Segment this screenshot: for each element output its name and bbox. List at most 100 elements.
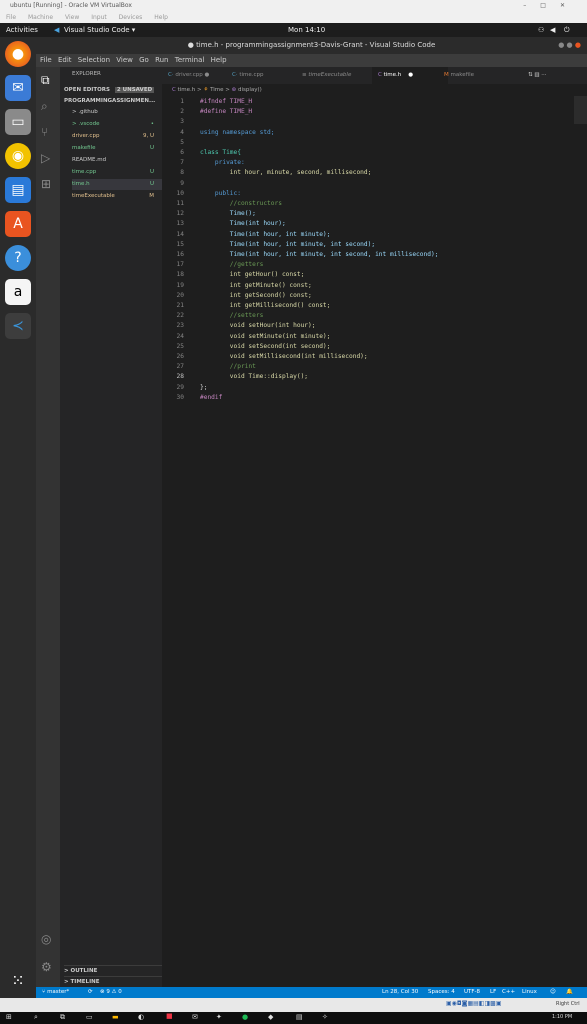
tab-time-executable[interactable]: ≡ timeExecutable [302, 67, 351, 84]
menu-edit[interactable]: Edit [58, 56, 72, 64]
explorer-icon[interactable]: ⧉ [41, 73, 50, 88]
breadcrumb-class[interactable]: Time [210, 87, 223, 93]
help-icon[interactable]: ? [5, 245, 31, 271]
vbox-menu-input[interactable]: Input [91, 14, 107, 21]
clock[interactable]: Mon 14:10 [288, 23, 325, 37]
run-debug-icon[interactable]: ▷ [41, 151, 50, 165]
tab-makefile[interactable]: M makefile [444, 67, 474, 84]
app-icon-red[interactable]: ■ [166, 1012, 173, 1020]
vbox-menu-devices[interactable]: Devices [119, 14, 143, 21]
encoding[interactable]: UTF-8 [464, 987, 480, 998]
close-button[interactable]: ✕ [560, 2, 579, 9]
code-line[interactable]: void setHour(int hour); [200, 322, 316, 329]
file-item[interactable]: time.cpp U [72, 167, 162, 178]
eol[interactable]: LF [490, 987, 496, 998]
vbox-menu-machine[interactable]: Machine [28, 14, 53, 21]
rhythmbox-icon[interactable]: ◉ [5, 143, 31, 169]
code-line[interactable]: Time(int hour); [200, 220, 286, 227]
vbox-menu-file[interactable]: File [6, 14, 16, 21]
code-line[interactable]: int getHour() const; [200, 271, 305, 278]
code-editor[interactable]: 1 #ifndef TIME_H 2 #define TIME_H 3 4 using na… [162, 96, 574, 987]
app-icon[interactable]: ◆ [268, 1013, 273, 1021]
code-line[interactable]: private: [200, 159, 245, 166]
search-taskbar-icon[interactable]: ⌕ [34, 1013, 38, 1022]
source-control-icon[interactable]: ⑂ [41, 125, 48, 139]
file-item[interactable]: makefile U [72, 143, 162, 154]
breadcrumb-method[interactable]: display() [238, 87, 262, 93]
show-apps-icon[interactable]: ⁙ [5, 967, 31, 993]
volume-icon[interactable]: ◀ [550, 23, 555, 37]
menu-file[interactable]: File [40, 56, 52, 64]
code-line[interactable]: //getters [200, 261, 264, 268]
game-icon[interactable]: ✧ [322, 1013, 328, 1021]
code-line[interactable]: public: [200, 190, 241, 197]
code-line[interactable]: //print [200, 363, 256, 370]
windows-start-icon[interactable]: ⊞ [6, 1013, 12, 1021]
file-item[interactable]: timeExecutable M [72, 191, 162, 202]
virtualbox-taskbar-icon[interactable]: ▤ [296, 1013, 303, 1021]
window-buttons[interactable]: ● ● ● [558, 37, 581, 54]
taskbar-clock[interactable]: 1:10 PM [552, 1014, 572, 1020]
task-view-icon[interactable]: ⧉ [60, 1013, 65, 1022]
steam-icon[interactable]: ✦ [216, 1013, 222, 1021]
code-line[interactable]: int getMillisecond() const; [200, 302, 331, 309]
code-line[interactable]: #endif [200, 394, 222, 401]
code-line[interactable]: Time(int hour, int minute); [200, 231, 331, 238]
branch-indicator[interactable]: ⑂ master* [42, 987, 69, 998]
file-item[interactable]: time.h U [72, 179, 162, 190]
files-icon[interactable]: ▭ [5, 109, 31, 135]
window-controls[interactable]: –□✕ [523, 0, 579, 12]
file-item[interactable]: > .github [72, 107, 162, 118]
code-line[interactable]: using namespace std; [200, 129, 275, 136]
code-line[interactable]: Time(); [200, 210, 256, 217]
amazon-icon[interactable]: a [5, 279, 31, 305]
minimize-button[interactable]: – [523, 2, 540, 9]
code-line[interactable]: }; [200, 384, 207, 391]
tab-time-cpp[interactable]: C· time.cpp [232, 67, 264, 84]
code-line[interactable]: void setSecond(int second); [200, 343, 331, 350]
code-line[interactable]: int getSecond() const; [200, 292, 312, 299]
code-line[interactable]: int getMinute() const; [200, 282, 312, 289]
problems-indicator[interactable]: ⊗ 9 ⚠ 0 [100, 987, 122, 998]
menu-terminal[interactable]: Terminal [175, 56, 205, 64]
menu-go[interactable]: Go [139, 56, 149, 64]
activities-button[interactable]: Activities [6, 23, 38, 37]
code-line[interactable]: //constructors [200, 200, 282, 207]
code-line[interactable]: int hour, minute, second, millisecond; [200, 169, 372, 176]
writer-icon[interactable]: ▤ [5, 177, 31, 203]
power-icon[interactable]: ⏻ [564, 23, 570, 37]
language-mode[interactable]: C++ [502, 987, 515, 998]
vscode-dock-icon[interactable]: ≺ [5, 313, 31, 339]
sync-button[interactable]: ⟳ [88, 987, 93, 998]
menu-selection[interactable]: Selection [78, 56, 110, 64]
project-folder[interactable]: PROGRAMMINGASSIGNMEN... [64, 96, 166, 107]
open-editors-section[interactable]: OPEN EDITORS 2 UNSAVED [64, 85, 166, 96]
mail-icon[interactable]: ✉ [192, 1013, 198, 1021]
notifications-bell-icon[interactable]: 🔔 [566, 987, 573, 998]
indentation[interactable]: Spaces: 4 [428, 987, 455, 998]
network-icon[interactable]: ⚇ [538, 23, 544, 37]
code-line[interactable]: #ifndef TIME_H [200, 98, 252, 105]
code-line[interactable]: class Time{ [200, 149, 241, 156]
split-editor-icon[interactable]: ⇅ ▥ ··· [528, 67, 547, 84]
thunderbird-icon[interactable]: ✉ [5, 75, 31, 101]
spotify-icon[interactable]: ● [242, 1013, 248, 1021]
cursor-position[interactable]: Ln 28, Col 30 [382, 987, 418, 998]
explorer-taskbar-icon[interactable]: ▭ [86, 1013, 93, 1021]
breadcrumb-file[interactable]: time.h [178, 87, 196, 93]
settings-gear-icon[interactable]: ⚙ [41, 960, 52, 974]
maximize-button[interactable]: □ [540, 2, 560, 9]
extensions-icon[interactable]: ⊞ [41, 177, 51, 191]
file-explorer-icon[interactable]: ▬ [112, 1013, 119, 1021]
code-line[interactable]: #define TIME_H [200, 108, 252, 115]
code-line[interactable]: //setters [200, 312, 264, 319]
menu-run[interactable]: Run [155, 56, 168, 64]
file-item[interactable]: driver.cpp 9, U [72, 131, 162, 142]
minimap[interactable] [574, 96, 587, 987]
search-icon[interactable]: ⌕ [41, 99, 48, 114]
code-line[interactable]: Time(int hour, int minute, int second, i… [200, 251, 439, 258]
vbox-device-icons[interactable]: ▣◉◘◙▦▤◧◨▩▣ [446, 1000, 502, 1007]
edge-icon[interactable]: ◐ [138, 1013, 144, 1021]
code-line[interactable]: Time(int hour, int minute, int second); [200, 241, 375, 248]
code-line[interactable]: void setMinute(int minute); [200, 333, 331, 340]
